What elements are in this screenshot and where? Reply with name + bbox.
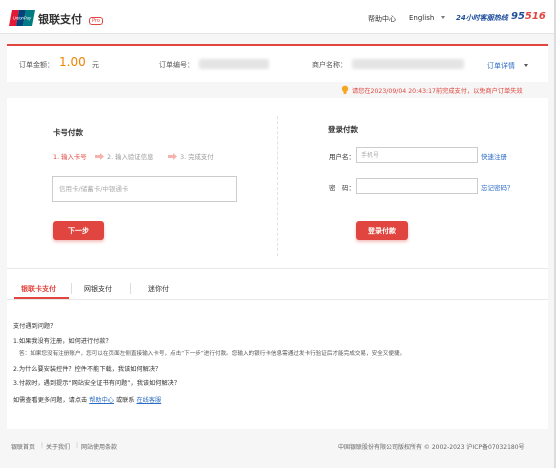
faq-question-1: 1.如果我没有注册，如何进行付款？ — [13, 338, 112, 345]
footer-link-home[interactable]: 银联首页 — [11, 442, 35, 451]
payment-panel: 卡号付款 1. 输入卡号 2. 输入验证信息 3. 完成支付 下一步 登录付款 … — [7, 98, 548, 268]
username-label: 用户名： — [329, 153, 355, 161]
faq-question-3: 3.付款时，遇到提示“网站安全证书有问题”，我该如何解决？ — [13, 380, 181, 387]
card-number-input[interactable] — [52, 176, 237, 202]
merchant-label: 商户名称： — [312, 61, 347, 69]
svg-text:UnionPay: UnionPay — [13, 16, 32, 21]
next-button[interactable]: 下一步 — [53, 221, 104, 240]
tab-divider — [71, 283, 72, 294]
chevron-down-icon[interactable] — [524, 64, 528, 67]
footer-link-terms[interactable]: 网站使用条款 — [81, 442, 117, 451]
faq-title: 支付遇到问题？ — [13, 323, 57, 330]
payment-methods-section: 银联卡支付 网银支付 迷你付 支付遇到问题？ 1.如果我没有注册，如何进行付款？… — [7, 268, 548, 429]
faq-more-text: 如需查看更多问题，请点击 — [13, 397, 88, 404]
card-pay-title: 卡号付款 — [53, 128, 83, 137]
help-center-link[interactable]: 帮助中心 — [368, 14, 396, 24]
register-link[interactable]: 快速注册 — [481, 151, 507, 161]
hotline-label: 24小时客服热线 — [456, 14, 508, 22]
footer-separator: | — [76, 442, 79, 449]
merchant-name-redacted — [352, 59, 464, 69]
language-select[interactable]: English — [409, 14, 434, 22]
faq-more: 如需查看更多问题，请点击 帮助中心 或联系 在线客服 — [13, 395, 161, 404]
beta-badge: Pro — [89, 17, 103, 25]
currency-unit: 元 — [92, 61, 99, 69]
brand-title: 银联支付 — [38, 13, 82, 26]
tab-mini-pay[interactable]: 迷你付 — [148, 284, 169, 294]
login-pay-title: 登录付款 — [328, 125, 358, 134]
tab-baseline — [7, 299, 548, 300]
hotline-number: 95516 — [511, 11, 546, 22]
password-input[interactable] — [356, 178, 478, 194]
divider — [277, 116, 278, 256]
order-summary: 订单金额： 1.00 元 订单编号： 商户名称： 订单详情 — [7, 44, 548, 82]
copyright: 中国银联股份有限公司版权所有 © 2002-2023 沪ICP备07032180… — [338, 444, 525, 451]
step-arrow-icon — [95, 153, 104, 160]
help-center-link[interactable]: 帮助中心 — [89, 397, 114, 404]
order-number-redacted — [199, 59, 269, 69]
faq-question-2: 2.为什么要安装控件？控件不能下载，我该如何解决？ — [13, 366, 162, 373]
top-header: UnionPay 银联支付 Pro 帮助中心 English 24小时客服热线 … — [0, 0, 556, 34]
step-complete: 3. 完成支付 — [180, 153, 214, 161]
unionpay-logo: UnionPay — [9, 10, 35, 26]
forgot-password-link[interactable]: 忘记密码？ — [481, 182, 514, 192]
tab-unionpay-card[interactable]: 银联卡支付 — [21, 284, 56, 294]
chevron-down-icon[interactable] — [441, 16, 445, 19]
lightbulb-icon — [341, 85, 349, 94]
step-arrow-icon — [168, 153, 177, 160]
order-detail-link[interactable]: 订单详情 — [487, 61, 515, 71]
payment-deadline-warning: 请您在2023/09/04 20:43:17前完成支付，以免商户订单失效 — [352, 88, 523, 95]
faq-answer-1: 答：如果您没有注册账户，您可以在页面左侧直接输入卡号，点击“下一步”进行付款。您… — [19, 351, 406, 357]
faq-or-text: 或联系 — [115, 397, 135, 404]
login-pay-button[interactable]: 登录付款 — [356, 221, 408, 240]
footer-link-about[interactable]: 关于我们 — [46, 442, 70, 451]
amount-label: 订单金额： — [19, 61, 54, 69]
tab-online-banking[interactable]: 网银支付 — [84, 284, 112, 294]
step-enter-card: 1. 输入卡号 — [53, 153, 87, 161]
order-amount: 1.00 — [59, 55, 86, 69]
online-service-link[interactable]: 在线客服 — [136, 397, 161, 404]
order-number-label: 订单编号： — [159, 61, 194, 69]
footer: 银联首页 | 关于我们 | 网站使用条款 中国银联股份有限公司版权所有 © 20… — [0, 429, 556, 468]
footer-separator: | — [41, 442, 44, 449]
tab-divider — [130, 283, 131, 294]
password-label: 密 码： — [329, 184, 355, 192]
username-input[interactable] — [356, 147, 478, 163]
step-verify: 2. 输入验证信息 — [107, 153, 154, 161]
